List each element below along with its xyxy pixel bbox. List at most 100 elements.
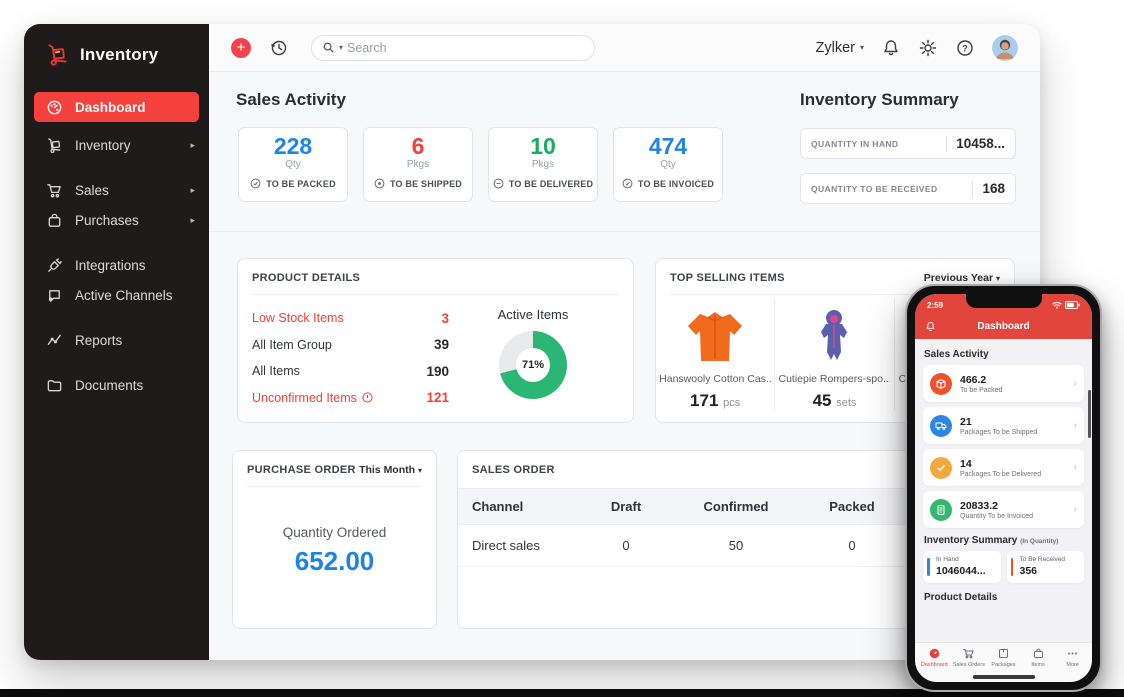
topbar-right: Zylker ▾ ? bbox=[816, 34, 1018, 61]
column-header[interactable]: Confirmed bbox=[672, 489, 800, 524]
row-label: All Item Group bbox=[252, 337, 332, 352]
card-title: PURCHASE ORDER bbox=[247, 464, 356, 476]
quantity-in-hand-row[interactable]: QUANTITY IN HAND 10458... bbox=[800, 128, 1016, 159]
row-label: QUANTITY TO BE RECEIVED bbox=[811, 183, 938, 194]
phone-nav-dashboard[interactable]: Dashboard bbox=[917, 647, 951, 682]
sidebar-item-label: Documents bbox=[75, 377, 144, 393]
sidebar-item-label: Purchases bbox=[75, 212, 139, 228]
sidebar-item-active-channels[interactable]: Active Channels bbox=[24, 280, 209, 310]
phone-to-be-packed-card[interactable]: 466.2 To be Packed › bbox=[923, 365, 1084, 402]
phone-to-be-delivered-card[interactable]: 14 Packages To be Delivered › bbox=[923, 449, 1084, 486]
phone-to-be-shipped-card[interactable]: 21 Packages To be Shipped › bbox=[923, 407, 1084, 444]
row-label: Unconfirmed Items bbox=[252, 390, 357, 405]
purchase-order-card: PURCHASE ORDER This Month ▾ Quantity Ord… bbox=[232, 450, 437, 629]
to-be-invoiced-card[interactable]: 474 Qty TO BE INVOICED bbox=[613, 127, 723, 202]
column-header[interactable]: Packed bbox=[800, 489, 904, 524]
card-value: 1046044... bbox=[936, 565, 986, 577]
divider bbox=[946, 135, 948, 152]
chevron-right-icon: ▸ bbox=[190, 184, 195, 195]
recent-history-icon[interactable] bbox=[269, 38, 289, 58]
row-value: 10458... bbox=[956, 136, 1005, 151]
to-be-packed-card[interactable]: 228 Qty TO BE PACKED bbox=[238, 127, 348, 202]
dash-circle-icon bbox=[493, 178, 504, 189]
quantity-to-be-received-row[interactable]: QUANTITY TO BE RECEIVED 168 bbox=[800, 173, 1016, 204]
org-switcher[interactable]: Zylker ▾ bbox=[816, 40, 865, 56]
all-item-group-row[interactable]: All Item Group 39 bbox=[252, 332, 449, 359]
sidebar-nav: Dashboard Inventory ▸ Sales ▸ Purchases … bbox=[24, 82, 209, 400]
all-items-row[interactable]: All Items 190 bbox=[252, 358, 449, 385]
item-name: Hanswooly Cotton Cas... bbox=[659, 373, 772, 385]
phone-in-hand-card[interactable]: In Hand 1046044... bbox=[923, 551, 1001, 583]
row-label: QUANTITY IN HAND bbox=[811, 138, 899, 149]
period-dropdown[interactable]: Previous Year ▾ bbox=[924, 272, 1000, 284]
target-circle-icon bbox=[374, 178, 385, 189]
top-selling-item[interactable]: Hanswooly Cotton Cas... 171 pcs bbox=[656, 299, 776, 411]
notifications-bell-icon[interactable] bbox=[881, 38, 901, 58]
top-selling-item[interactable]: Cutiepie Rompers-spo... 45 sets bbox=[775, 299, 895, 411]
row-value: 121 bbox=[426, 390, 449, 406]
column-header[interactable]: Draft bbox=[580, 489, 672, 524]
info-icon[interactable] bbox=[362, 392, 373, 403]
row-value: 190 bbox=[426, 363, 449, 379]
sidebar-item-integrations[interactable]: Integrations bbox=[24, 250, 209, 280]
quick-create-button[interactable]: + bbox=[231, 37, 251, 58]
sidebar-item-documents[interactable]: Documents bbox=[24, 370, 209, 400]
settings-gear-icon[interactable] bbox=[918, 38, 938, 58]
product-details-list: Low Stock Items 3 All Item Group 39 All … bbox=[252, 305, 449, 411]
search-input[interactable] bbox=[347, 40, 584, 55]
card-value: 10 bbox=[530, 133, 556, 159]
sidebar-item-sales[interactable]: Sales ▸ bbox=[24, 175, 209, 205]
phone-scrollbar[interactable] bbox=[1087, 390, 1091, 438]
sidebar-item-label: Dashboard bbox=[75, 99, 146, 115]
sales-activity-title: Sales Activity bbox=[236, 90, 346, 109]
to-be-shipped-card[interactable]: 6 Pkgs TO BE SHIPPED bbox=[363, 127, 473, 202]
phone-to-be-received-card[interactable]: To Be Received 356 bbox=[1006, 551, 1084, 583]
phone-nav-more[interactable]: More bbox=[1056, 647, 1090, 682]
nav-label: Items bbox=[1031, 662, 1045, 668]
column-header[interactable]: Channel bbox=[458, 489, 580, 524]
cell-draft: 0 bbox=[622, 538, 630, 553]
chevron-right-icon: › bbox=[1073, 378, 1077, 389]
unconfirmed-items-row[interactable]: Unconfirmed Items 121 bbox=[252, 385, 449, 412]
period-dropdown[interactable]: This Month ▾ bbox=[359, 464, 422, 476]
hero-section: Sales Activity 228 Qty TO BE PACKED 6 Pk… bbox=[209, 72, 1040, 232]
search-filter-caret-icon[interactable]: ▾ bbox=[339, 43, 343, 52]
item-unit: pcs bbox=[723, 397, 741, 409]
wifi-icon bbox=[1052, 302, 1062, 309]
card-label: In Hand bbox=[936, 556, 959, 563]
low-stock-items-row[interactable]: Low Stock Items 3 bbox=[252, 305, 449, 332]
chevron-right-icon: ▸ bbox=[190, 214, 195, 225]
bag-icon bbox=[46, 212, 63, 229]
card-unit: Pkgs bbox=[531, 159, 555, 171]
sidebar-item-purchases[interactable]: Purchases ▸ bbox=[24, 205, 209, 235]
phone-to-be-invoiced-card[interactable]: 20833.2 Quantity To be Invoiced › bbox=[923, 491, 1084, 528]
chevron-right-icon: › bbox=[1073, 504, 1077, 515]
search-box[interactable]: ▾ bbox=[311, 34, 595, 61]
org-name: Zylker bbox=[815, 39, 855, 56]
sidebar-item-reports[interactable]: Reports bbox=[24, 325, 209, 355]
phone-notch bbox=[965, 294, 1042, 308]
svg-text:?: ? bbox=[962, 43, 968, 53]
metric-value: 652.00 bbox=[294, 546, 375, 576]
card-value: 228 bbox=[273, 133, 313, 159]
phone-home-indicator[interactable] bbox=[972, 675, 1035, 679]
invoice-icon bbox=[930, 498, 952, 521]
card-label: TO BE PACKED bbox=[266, 178, 336, 189]
app-logo[interactable]: Inventory bbox=[24, 24, 209, 82]
card-label: Packages To be Delivered bbox=[960, 470, 1042, 478]
page: Inventory Dashboard Inventory ▸ Sales ▸ … bbox=[0, 0, 1124, 697]
search-icon bbox=[323, 42, 334, 53]
phone-sales-activity-title: Sales Activity bbox=[924, 349, 989, 360]
cell-packed: 0 bbox=[848, 538, 856, 553]
sidebar-item-label: Integrations bbox=[75, 257, 146, 273]
item-qty: 171 bbox=[690, 391, 719, 410]
user-avatar[interactable] bbox=[992, 34, 1018, 61]
accent-bar bbox=[927, 558, 930, 576]
phone-mockup: 2:59 Dashboard Sales Activity 466.2 To b… bbox=[905, 284, 1102, 692]
phone-summary-row: In Hand 1046044... To Be Received 356 bbox=[923, 551, 1084, 583]
sidebar-item-dashboard[interactable]: Dashboard bbox=[34, 92, 199, 122]
help-icon[interactable]: ? bbox=[955, 38, 975, 58]
sidebar-item-inventory[interactable]: Inventory ▸ bbox=[24, 130, 209, 160]
card-label: To be Packed bbox=[960, 386, 1003, 394]
to-be-delivered-card[interactable]: 10 Pkgs TO BE DELIVERED bbox=[488, 127, 598, 202]
